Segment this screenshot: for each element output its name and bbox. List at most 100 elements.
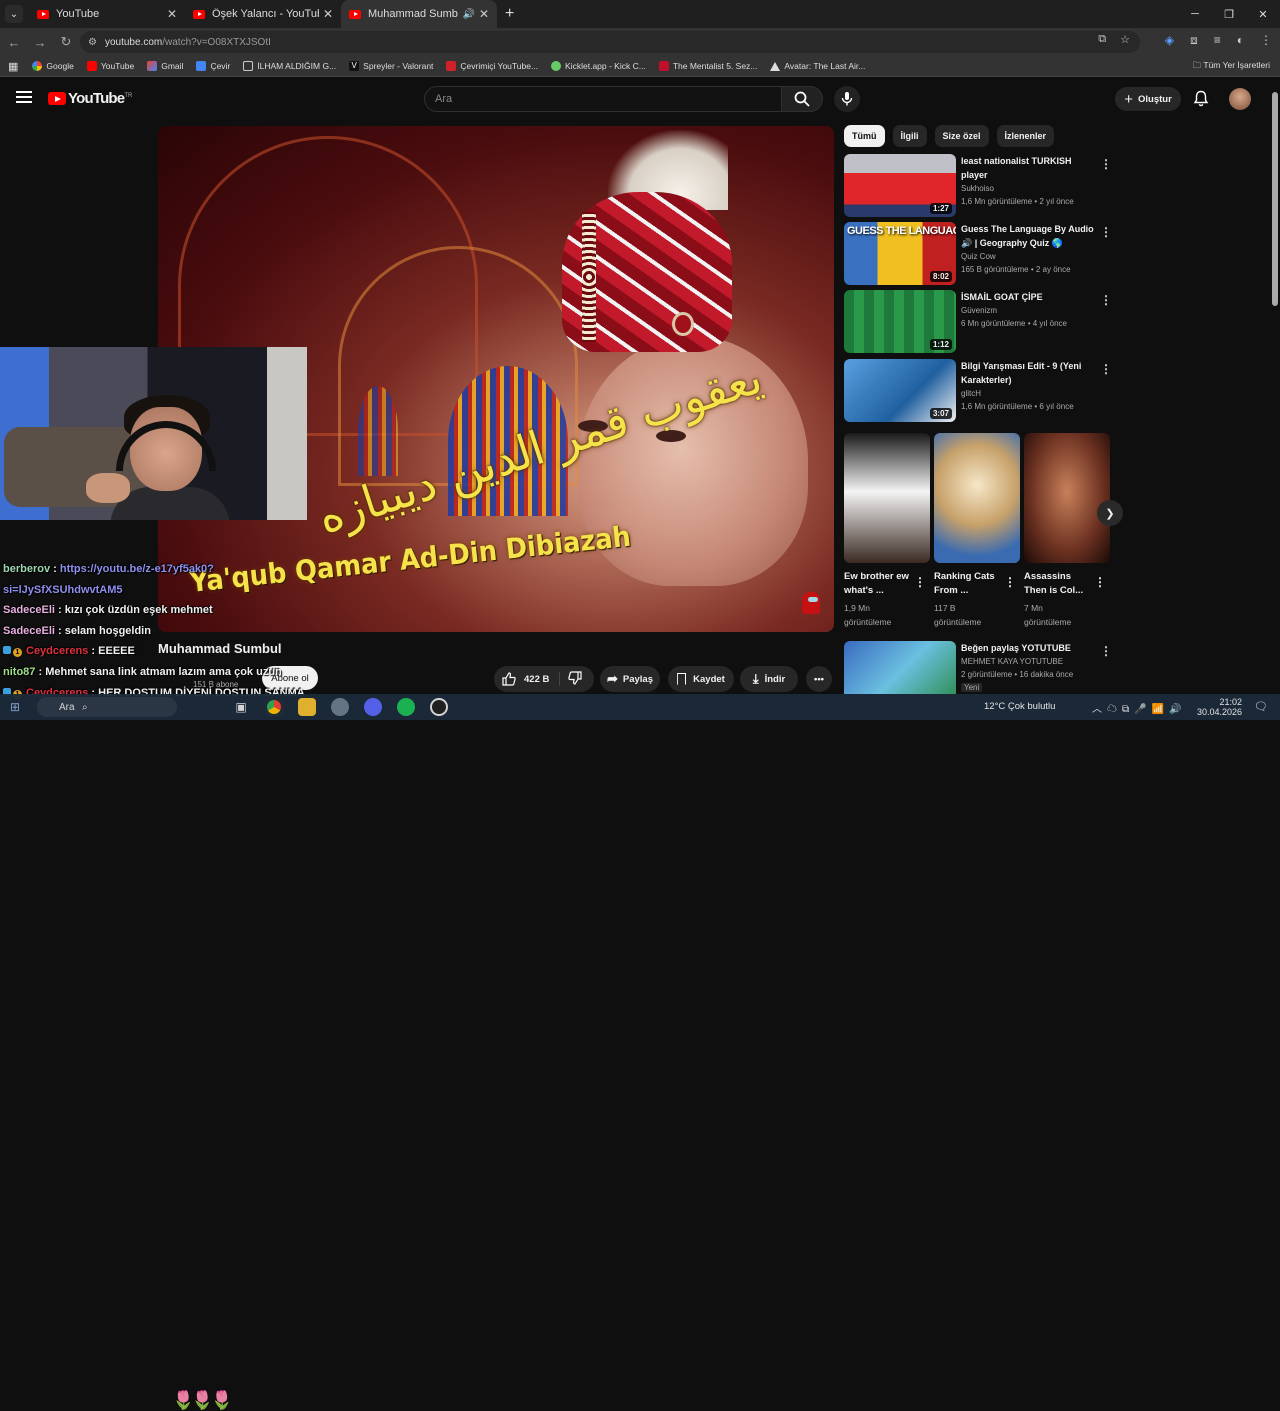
media-control-icon[interactable]: ≡: [1214, 33, 1221, 48]
more-vertical-icon[interactable]: ⋮: [1100, 644, 1112, 658]
app-icon[interactable]: [331, 698, 349, 716]
short-title[interactable]: Assassins Then is Col...: [1024, 570, 1096, 598]
menu-icon[interactable]: [16, 91, 32, 103]
tab-close-icon[interactable]: ✕: [323, 7, 333, 21]
speaker-icon[interactable]: 🔊: [462, 9, 474, 20]
bookmark-google[interactable]: Google: [32, 61, 74, 71]
account-avatar[interactable]: [1229, 88, 1251, 110]
short-thumbnail[interactable]: [934, 433, 1020, 563]
chat-link[interactable]: https://youtu.be/z-e17yf5ak0?: [60, 563, 214, 575]
recommendation-item[interactable]: GUESS THE LANGUAGE 8:02 Guess The Languag…: [844, 222, 1114, 286]
system-tray-icons[interactable]: ︿☁⧉🎤📶🔊: [1092, 700, 1187, 715]
back-icon[interactable]: ←: [2, 35, 26, 50]
more-vertical-icon[interactable]: ⋮: [1100, 293, 1112, 307]
minimize-icon[interactable]: ─: [1178, 0, 1212, 28]
more-vertical-icon[interactable]: ⋮: [1094, 575, 1106, 589]
chrome-icon[interactable]: [265, 698, 283, 716]
more-vertical-icon[interactable]: ⋮: [1100, 225, 1112, 239]
chip-for-you[interactable]: Size özel: [934, 125, 989, 147]
chip-all[interactable]: Tümü: [844, 125, 885, 147]
recommendation-item[interactable]: 3:07 Bilgi Yarışması Edit - 9 (Yeni Kara…: [844, 359, 1114, 423]
short-thumbnail[interactable]: [844, 433, 930, 563]
recommendation-item[interactable]: 1:12 İSMAİL GOAT ÇİPE Güvenizm 6 Mn görü…: [844, 290, 1114, 354]
taskbar-search[interactable]: ⌕ Ara: [37, 697, 177, 717]
download-button[interactable]: ⤓ İndir: [740, 666, 798, 692]
search-button[interactable]: [781, 86, 823, 112]
channel-name[interactable]: Güvenizm: [961, 306, 997, 315]
apps-grid-icon[interactable]: ▦: [8, 60, 18, 73]
tab-osek-yalanci[interactable]: Öşek Yalancı - YouTube ✕: [185, 0, 341, 28]
chevron-right-icon[interactable]: ❯: [1097, 500, 1123, 526]
recommendation-item[interactable]: 1:27 least nationalist TURKISH player Su…: [844, 154, 1114, 218]
video-thumbnail[interactable]: 3:07: [844, 359, 956, 422]
site-info-icon[interactable]: ⚙: [88, 37, 97, 48]
task-view-icon[interactable]: ▣: [232, 698, 250, 716]
bookmark-gmail[interactable]: Gmail: [147, 61, 183, 71]
more-vertical-icon[interactable]: ⋮: [1100, 157, 1112, 171]
recommendation-title[interactable]: Beğen paylaş YOTUTUBE: [961, 642, 1097, 656]
dislike-button[interactable]: [560, 670, 590, 688]
tab-youtube[interactable]: YouTube ✕: [29, 0, 185, 28]
recommendation-title[interactable]: least nationalist TURKISH player: [961, 155, 1097, 182]
channel-name[interactable]: MEHMET KAYA YOTUTUBE: [961, 657, 1063, 666]
reload-icon[interactable]: ↻: [54, 34, 78, 50]
youtube-logo-text[interactable]: YouTubeTR: [68, 90, 132, 107]
more-vertical-icon[interactable]: ⋮: [1004, 575, 1016, 589]
browser-menu-icon[interactable]: ⋮: [1260, 33, 1272, 48]
save-button[interactable]: Kaydet: [668, 666, 734, 692]
bookmark-youtube[interactable]: YouTube: [86, 61, 134, 71]
extensions-puzzle-icon[interactable]: ⧈: [1190, 33, 1198, 48]
channel-name[interactable]: Quiz Cow: [961, 252, 996, 261]
bookmark-valorant[interactable]: V Spreyler - Valorant: [349, 61, 433, 71]
video-thumbnail[interactable]: [844, 641, 956, 694]
tab-muhammad-sumbul[interactable]: Muhammad Sumbul - YouT 🔊 ✕: [341, 0, 497, 28]
channel-name[interactable]: Sukhoiso: [961, 184, 994, 193]
new-tab-button[interactable]: +: [505, 5, 514, 23]
share-button[interactable]: ➦ Paylaş: [600, 666, 660, 692]
extension-icon[interactable]: ◈: [1165, 33, 1174, 48]
bookmark-cevir[interactable]: Çevir: [196, 61, 230, 71]
discord-icon[interactable]: [364, 698, 382, 716]
close-window-icon[interactable]: ✕: [1246, 0, 1280, 28]
recommendation-title[interactable]: Bilgi Yarışması Edit - 9 (Yeni Karakterl…: [961, 360, 1097, 387]
channel-name[interactable]: glitcH: [961, 389, 981, 398]
bookmark-star-icon[interactable]: ☆: [1120, 33, 1130, 46]
more-actions-button[interactable]: •••: [806, 666, 832, 692]
recommendation-title[interactable]: İSMAİL GOAT ÇİPE: [961, 291, 1097, 305]
clock[interactable]: 21:02 30.04.2026: [1197, 697, 1242, 717]
obs-icon[interactable]: [430, 698, 448, 716]
start-icon[interactable]: ⊞: [10, 700, 20, 714]
notifications-button[interactable]: [1193, 90, 1209, 112]
more-vertical-icon[interactable]: ⋮: [1100, 362, 1112, 376]
youtube-logo-icon[interactable]: [48, 92, 66, 105]
short-title[interactable]: Ranking Cats From ...: [934, 570, 1006, 598]
bookmark-folder-ilham[interactable]: İLHAM ALDIĞIM G...: [243, 61, 336, 71]
profile-icon[interactable]: ◐: [1237, 33, 1244, 48]
file-explorer-icon[interactable]: [298, 698, 316, 716]
chip-related[interactable]: İlgili: [892, 125, 927, 147]
bookmark-mentalist[interactable]: The Mentalist 5. Sez...: [658, 61, 757, 71]
tab-close-icon[interactable]: ✕: [167, 7, 177, 21]
all-bookmarks[interactable]: 🗀 Tüm Yer İşaretleri: [1193, 60, 1270, 74]
bookmark-kicklet[interactable]: Kicklet.app - Kick C...: [551, 61, 646, 71]
bookmark-cevrimici-youtube[interactable]: Çevrimiçi YouTube...: [446, 61, 538, 71]
video-thumbnail[interactable]: GUESS THE LANGUAGE 8:02: [844, 222, 956, 285]
more-vertical-icon[interactable]: ⋮: [914, 575, 926, 589]
video-thumbnail[interactable]: 1:12: [844, 290, 956, 353]
page-scrollbar[interactable]: [1272, 92, 1278, 306]
short-title[interactable]: Ew brother ew what's ...: [844, 570, 916, 598]
short-thumbnail[interactable]: [1024, 433, 1110, 563]
recommendation-title[interactable]: Guess The Language By Audio 🔊 | Geograph…: [961, 223, 1097, 250]
tab-search-button[interactable]: ⌄: [5, 5, 23, 23]
video-thumbnail[interactable]: 1:27: [844, 154, 956, 217]
notification-icon[interactable]: 🗨: [1254, 700, 1268, 713]
weather-widget[interactable]: 12°C Çok bulutlu: [984, 701, 1055, 712]
chat-link[interactable]: si=lJySfXSUhdwvtAM5: [3, 584, 123, 596]
address-bar[interactable]: ⚙ youtube.com/watch?v=O08XTXJSOtI: [80, 31, 1140, 53]
chip-watched[interactable]: İzlenenler: [996, 125, 1055, 147]
bookmark-avatar[interactable]: Avatar: The Last Air...: [770, 61, 865, 71]
tab-close-icon[interactable]: ✕: [479, 7, 489, 21]
forward-icon[interactable]: →: [28, 35, 52, 50]
install-app-icon[interactable]: ⧉: [1098, 33, 1106, 46]
spotify-icon[interactable]: [397, 698, 415, 716]
